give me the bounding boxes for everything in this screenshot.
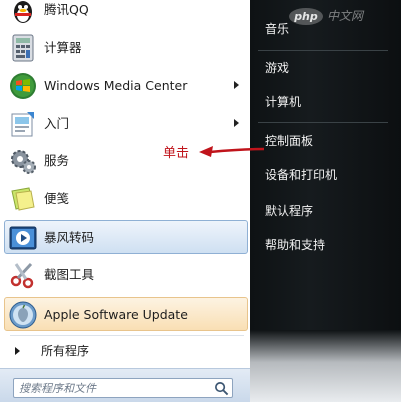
right-item-music[interactable]: 音乐 [265, 17, 289, 41]
program-label: 便笺 [44, 191, 70, 206]
right-item-control-panel[interactable]: 控制面板 [265, 129, 313, 153]
annotation-arrow-icon [199, 146, 265, 157]
scissors-icon [10, 262, 34, 289]
apple-update-icon [9, 301, 37, 329]
divider [258, 122, 388, 123]
program-item-getting-started[interactable]: 入门 [4, 106, 248, 140]
search-icon[interactable] [214, 381, 229, 396]
program-label: 入门 [44, 116, 70, 131]
watermark-logo: php [288, 8, 323, 25]
qq-penguin-icon [14, 1, 32, 23]
getting-started-icon [11, 112, 34, 137]
program-label: 暴风转码 [44, 230, 95, 245]
program-label: 截图工具 [44, 267, 95, 282]
program-label: 腾讯QQ [44, 2, 89, 17]
right-item-computer[interactable]: 计算机 [265, 90, 301, 114]
right-item-games[interactable]: 游戏 [265, 56, 289, 80]
watermark-text: 中文网 [326, 9, 363, 23]
program-item-video-converter[interactable]: 暴风转码 [4, 220, 248, 254]
windows-media-center-icon [10, 73, 36, 99]
program-label: 计算器 [44, 40, 82, 55]
program-item-calculator[interactable]: 计算器 [4, 30, 248, 64]
search-area [0, 368, 250, 402]
search-input[interactable] [13, 378, 233, 398]
programs-panel: 腾讯QQ 计算器 Windows Media Center 入门 服务 便笺 暴… [0, 0, 250, 402]
program-label: 服务 [44, 153, 70, 168]
divider [258, 50, 388, 51]
program-item-qq[interactable]: 腾讯QQ [4, 0, 248, 26]
expand-arrow-icon [15, 347, 20, 355]
submenu-arrow-icon [234, 119, 239, 127]
program-item-apple-software-update[interactable]: Apple Software Update [4, 297, 248, 331]
all-programs-button[interactable]: 所有程序 [4, 336, 248, 366]
video-converter-icon [9, 226, 37, 250]
program-label: Apple Software Update [44, 307, 188, 322]
start-menu: 腾讯QQ 计算器 Windows Media Center 入门 服务 便笺 暴… [0, 0, 401, 402]
program-label: Windows Media Center [44, 78, 188, 93]
right-item-default-programs[interactable]: 默认程序 [265, 199, 313, 223]
program-item-snipping-tool[interactable]: 截图工具 [4, 257, 248, 291]
gears-icon [11, 150, 36, 174]
right-item-devices-printers[interactable]: 设备和打印机 [265, 163, 337, 187]
all-programs-label: 所有程序 [41, 344, 90, 358]
right-item-help-support[interactable]: 帮助和支持 [265, 233, 325, 257]
program-item-sticky-notes[interactable]: 便笺 [4, 181, 248, 215]
calculator-icon [12, 34, 34, 62]
annotation-label: 单击 [163, 146, 190, 161]
sticky-notes-icon [11, 187, 35, 211]
background-shade [250, 330, 401, 402]
program-item-windows-media-center[interactable]: Windows Media Center [4, 68, 248, 102]
submenu-arrow-icon [234, 81, 239, 89]
